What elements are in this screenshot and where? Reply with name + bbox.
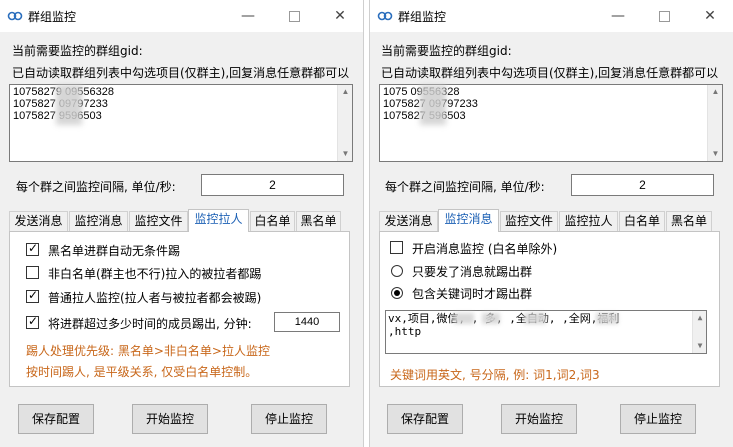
kick-keyword-radio[interactable] bbox=[391, 287, 403, 299]
blacklist-kick-checkbox[interactable] bbox=[26, 241, 39, 256]
blur-overlay bbox=[596, 313, 618, 324]
current-gid-label: 当前需要监控的群组gid: bbox=[381, 44, 512, 58]
current-gid-label: 当前需要监控的群组gid: bbox=[12, 44, 143, 58]
maximize-button[interactable] bbox=[271, 0, 317, 32]
gid-textarea[interactable]: 10758279 09556328 1075827 09797233 10758… bbox=[9, 84, 353, 162]
app-icon bbox=[7, 11, 23, 21]
scrollbar[interactable]: ▲ ▼ bbox=[707, 85, 722, 161]
scroll-up-icon[interactable]: ▲ bbox=[338, 85, 353, 99]
window-title: 群组监控 bbox=[398, 10, 447, 24]
gid-textarea[interactable]: 1075 09556328 1075827 09797233 1075827 5… bbox=[379, 84, 723, 162]
scrollbar[interactable]: ▲ ▼ bbox=[692, 311, 706, 353]
keywords-line: vx,项目,微信, , 多, ,全自动, ,全网,福利 bbox=[388, 312, 620, 325]
minutes-input[interactable]: 1440 bbox=[274, 312, 340, 332]
pull-monitor-label: 普通拉人监控(拉人者与被拉者都会被踢) bbox=[48, 291, 262, 305]
non-whitelist-kick-checkbox[interactable] bbox=[26, 266, 39, 279]
blur-overlay bbox=[420, 85, 446, 125]
tab-blacklist[interactable]: 黑名单 bbox=[296, 211, 341, 231]
tab-send-message[interactable]: 发送消息 bbox=[379, 211, 438, 231]
kick-any-message-radio[interactable] bbox=[391, 265, 403, 277]
blur-overlay bbox=[524, 313, 546, 324]
enable-message-monitor-label: 开启消息监控 (白名单除外) bbox=[412, 242, 558, 256]
pull-monitor-panel: 黑名单进群自动无条件踢 非白名单(群主也不行)拉入的被拉者都踢 普通拉人监控(拉… bbox=[9, 231, 350, 387]
tab-send-message[interactable]: 发送消息 bbox=[9, 211, 68, 231]
title-bar: 群组监控 — ✕ bbox=[0, 0, 363, 32]
kick-keyword-label: 包含关键词时才踢出群 bbox=[412, 287, 533, 301]
non-whitelist-kick-label: 非白名单(群主也不行)拉入的被拉者都踢 bbox=[48, 267, 262, 281]
window-right: 群组监控 — ✕ 当前需要监控的群组gid: 已自动读取群组列表中勾选项目(仅群… bbox=[369, 0, 733, 447]
keywords-line: ,http bbox=[388, 325, 422, 338]
maximize-icon bbox=[658, 10, 670, 22]
interval-input[interactable]: 2 bbox=[571, 174, 714, 196]
title-bar: 群组监控 — ✕ bbox=[370, 0, 733, 32]
scroll-down-icon[interactable]: ▼ bbox=[693, 339, 707, 353]
blacklist-kick-label: 黑名单进群自动无条件踢 bbox=[48, 244, 181, 258]
tab-whitelist[interactable]: 白名单 bbox=[250, 211, 295, 231]
start-monitor-button[interactable]: 开始监控 bbox=[501, 404, 577, 434]
start-monitor-button[interactable]: 开始监控 bbox=[132, 404, 208, 434]
time-kick-checkbox[interactable] bbox=[26, 314, 39, 329]
interval-input[interactable]: 2 bbox=[201, 174, 344, 196]
time-kick-note: 按时间踢人, 是平级关系, 仅受白名单控制。 bbox=[26, 365, 258, 379]
stop-monitor-button[interactable]: 停止监控 bbox=[251, 404, 327, 434]
message-monitor-panel: 开启消息监控 (白名单除外) 只要发了消息就踢出群 包含关键词时才踢出群 vx,… bbox=[379, 231, 720, 387]
scroll-up-icon[interactable]: ▲ bbox=[708, 85, 723, 99]
save-config-button[interactable]: 保存配置 bbox=[387, 404, 463, 434]
blur-overlay bbox=[56, 85, 82, 125]
minimize-icon: — bbox=[611, 8, 625, 24]
scrollbar[interactable]: ▲ ▼ bbox=[337, 85, 352, 161]
tab-whitelist[interactable]: 白名单 bbox=[619, 211, 665, 231]
scroll-up-icon[interactable]: ▲ bbox=[693, 311, 707, 325]
app-icon bbox=[377, 11, 393, 21]
minimize-button[interactable]: — bbox=[595, 0, 641, 32]
tab-monitor-pull[interactable]: 监控拉人 bbox=[188, 209, 249, 232]
auto-read-label: 已自动读取群组列表中勾选项目(仅群主),回复消息任意群都可以 bbox=[381, 66, 719, 80]
close-icon: ✕ bbox=[334, 8, 346, 24]
close-button[interactable]: ✕ bbox=[687, 0, 733, 32]
window-left: 群组监控 — ✕ 当前需要监控的群组gid: 已自动读取群组列表中勾选项目(仅群… bbox=[0, 0, 364, 447]
tab-monitor-file[interactable]: 监控文件 bbox=[129, 211, 188, 231]
tab-monitor-message[interactable]: 监控消息 bbox=[69, 211, 128, 231]
stop-monitor-button[interactable]: 停止监控 bbox=[620, 404, 696, 434]
priority-note: 踢人处理优先级: 黑名单>非白名单>拉人监控 bbox=[26, 344, 270, 358]
blur-overlay bbox=[482, 313, 500, 324]
keyword-note: 关键词用英文, 号分隔, 例: 词1,词2,词3 bbox=[390, 368, 600, 382]
interval-label: 每个群之间监控间隔, 单位/秒: bbox=[385, 180, 545, 194]
maximize-icon bbox=[288, 10, 300, 22]
tab-monitor-message[interactable]: 监控消息 bbox=[438, 209, 499, 232]
tab-blacklist[interactable]: 黑名单 bbox=[666, 211, 712, 231]
auto-read-label: 已自动读取群组列表中勾选项目(仅群主),回复消息任意群都可以 bbox=[12, 66, 350, 80]
enable-message-monitor-checkbox[interactable] bbox=[390, 241, 403, 254]
tab-monitor-pull[interactable]: 监控拉人 bbox=[559, 211, 618, 231]
close-button[interactable]: ✕ bbox=[317, 0, 363, 32]
minimize-icon: — bbox=[241, 8, 255, 24]
tab-monitor-file[interactable]: 监控文件 bbox=[500, 211, 558, 231]
save-config-button[interactable]: 保存配置 bbox=[18, 404, 94, 434]
minimize-button[interactable]: — bbox=[225, 0, 271, 32]
window-title: 群组监控 bbox=[28, 10, 77, 24]
time-kick-label: 将进群超过多少时间的成员踢出, 分钟: bbox=[48, 317, 252, 331]
interval-label: 每个群之间监控间隔, 单位/秒: bbox=[16, 180, 176, 194]
kick-any-message-label: 只要发了消息就踢出群 bbox=[412, 265, 533, 279]
keywords-textarea[interactable]: vx,项目,微信, , 多, ,全自动, ,全网,福利 ,http ▲ ▼ bbox=[385, 310, 707, 354]
pull-monitor-checkbox[interactable] bbox=[26, 288, 39, 303]
close-icon: ✕ bbox=[704, 8, 716, 24]
scroll-down-icon[interactable]: ▼ bbox=[708, 147, 723, 161]
scroll-down-icon[interactable]: ▼ bbox=[338, 147, 353, 161]
blur-overlay bbox=[454, 313, 474, 324]
maximize-button[interactable] bbox=[641, 0, 687, 32]
